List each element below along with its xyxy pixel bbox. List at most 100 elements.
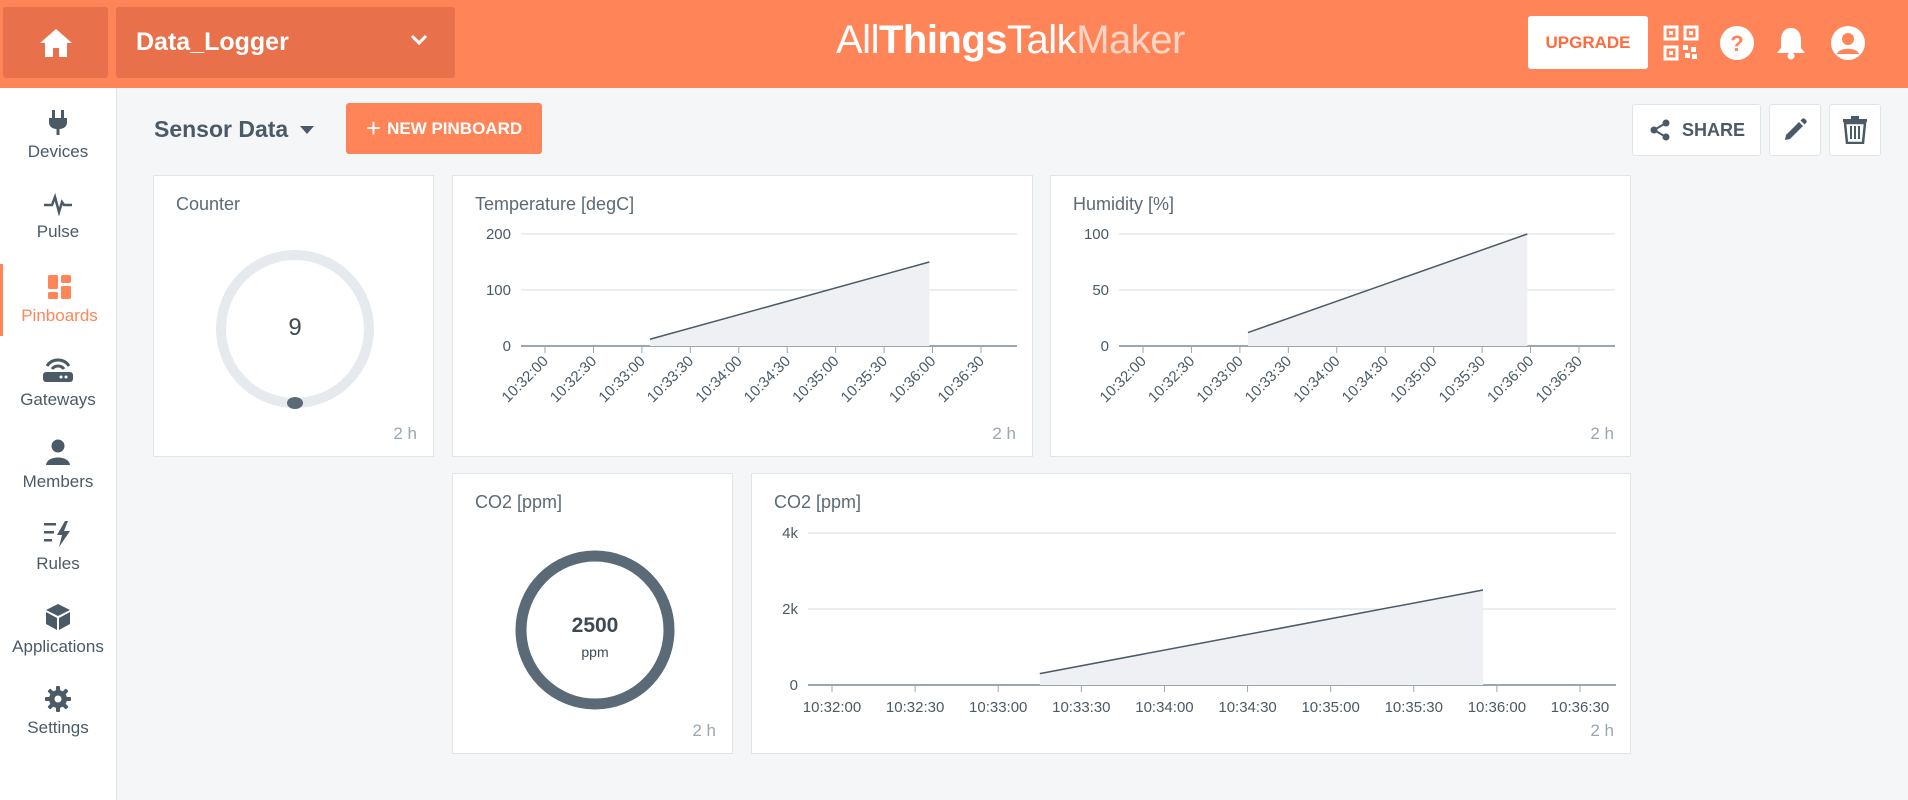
x-tick-label: 10:36:00	[1468, 699, 1526, 716]
card-time-range: 2 h	[1590, 721, 1614, 740]
cube-icon	[46, 604, 70, 630]
share-button[interactable]: SHARE	[1632, 104, 1761, 156]
sidebar-item-pulse[interactable]: Pulse	[0, 181, 116, 253]
x-tick-label: 10:36:30	[1533, 353, 1586, 406]
sidebar-item-pinboards[interactable]: Pinboards	[0, 264, 116, 336]
series-area	[1039, 590, 1484, 685]
brand-logo: AllThingsTalkMaker	[836, 18, 1185, 62]
x-tick-label: 10:32:30	[1145, 353, 1198, 406]
svg-text:?: ?	[1730, 31, 1743, 56]
account-icon[interactable]	[1829, 24, 1867, 62]
x-tick-label: 10:33:30	[644, 353, 697, 406]
qr-code-icon[interactable]	[1662, 24, 1700, 62]
plug-icon	[49, 110, 67, 135]
x-tick-label: 10:32:30	[886, 699, 944, 716]
x-tick-label: 10:36:00	[1484, 353, 1537, 406]
x-tick-label: 10:35:00	[789, 353, 842, 406]
y-tick-label: 0	[1101, 338, 1109, 355]
caret-down-icon	[300, 125, 315, 134]
counter-card[interactable]: Counter 9 2 h	[153, 175, 434, 457]
share-icon	[1650, 119, 1670, 141]
x-tick-label: 10:34:00	[1290, 353, 1343, 406]
x-tick-label: 10:35:30	[1385, 699, 1443, 716]
card-time-range: 2 h	[692, 721, 716, 740]
sidebar-item-applications[interactable]: Applications	[0, 594, 116, 666]
pinboards-icon	[47, 275, 71, 299]
x-tick-label: 10:33:00	[595, 353, 648, 406]
series-area	[649, 262, 930, 346]
x-tick-label: 10:35:00	[1387, 353, 1440, 406]
card-title: Counter	[176, 194, 241, 214]
home-icon	[39, 28, 72, 57]
x-tick-label: 10:33:00	[1193, 353, 1246, 406]
card-title: CO2 [ppm]	[475, 492, 563, 512]
pulse-icon	[44, 192, 72, 216]
sidebar-item-settings[interactable]: Settings	[0, 676, 116, 748]
sidebar-item-members[interactable]: Members	[0, 429, 116, 501]
card-time-range: 2 h	[393, 424, 417, 443]
device-name: Data_Logger	[136, 28, 289, 56]
pencil-icon	[1785, 118, 1807, 140]
x-tick-label: 10:33:00	[969, 699, 1027, 716]
x-tick-label: 10:32:30	[547, 353, 600, 406]
home-button[interactable]	[3, 7, 108, 78]
gear-icon	[45, 686, 71, 712]
trash-icon	[1843, 116, 1867, 144]
device-selector[interactable]: Data_Logger	[116, 7, 455, 78]
y-tick-label: 0	[503, 338, 511, 355]
sidebar-item-rules[interactable]: Rules	[0, 511, 116, 583]
card-time-range: 2 h	[992, 424, 1016, 443]
x-tick-label: 10:36:30	[935, 353, 988, 406]
sidebar: Devices Pulse Pinboards Gateways Members…	[0, 88, 117, 800]
new-pinboard-label: NEW PINBOARD	[387, 118, 523, 138]
sidebar-item-label: Gateways	[20, 390, 96, 409]
help-icon[interactable]: ?	[1718, 24, 1756, 62]
plus-icon: +	[365, 113, 382, 143]
y-tick-label: 100	[486, 282, 511, 299]
x-tick-label: 10:34:00	[692, 353, 745, 406]
bell-icon[interactable]	[1772, 24, 1810, 62]
chevron-down-icon	[410, 34, 428, 46]
new-pinboard-button[interactable]: + NEW PINBOARD	[346, 103, 542, 154]
x-tick-label: 10:33:30	[1052, 699, 1110, 716]
person-icon	[46, 439, 70, 465]
sidebar-item-devices[interactable]: Devices	[0, 99, 116, 171]
y-tick-label: 0	[790, 677, 798, 694]
gateway-icon	[43, 358, 73, 382]
top-bar: Data_Logger AllThingsTalkMaker UPGRADE ?	[0, 0, 1908, 88]
y-tick-label: 2k	[782, 601, 798, 618]
co2-value: 2500	[571, 614, 619, 637]
temperature-card[interactable]: Temperature [degC] 0 100 200 10:32:00 10:32:…	[452, 175, 1033, 457]
rules-icon	[44, 521, 70, 547]
counter-value: 9	[288, 314, 302, 341]
x-tick-label: 10:35:00	[1301, 699, 1359, 716]
sidebar-item-label: Devices	[27, 142, 89, 161]
y-tick-label: 200	[486, 226, 511, 243]
sidebar-item-label: Rules	[36, 554, 80, 573]
sidebar-item-label: Pulse	[36, 222, 80, 241]
x-tick-label: 10:34:30	[1218, 699, 1276, 716]
y-tick-label: 4k	[782, 525, 798, 542]
upgrade-button[interactable]: UPGRADE	[1528, 16, 1648, 69]
x-tick-label: 10:34:30	[741, 353, 794, 406]
x-tick-label: 10:33:30	[1242, 353, 1295, 406]
co2-gauge-card[interactable]: CO2 [ppm] 2500 ppm 2 h	[452, 473, 733, 754]
pinboard-selector[interactable]: Sensor Data	[154, 116, 315, 143]
sidebar-item-label: Pinboards	[21, 306, 98, 325]
delete-button[interactable]	[1829, 104, 1881, 156]
share-label: SHARE	[1681, 119, 1745, 140]
sidebar-item-label: Applications	[12, 637, 104, 656]
pinboard-name: Sensor Data	[154, 116, 289, 142]
humidity-card[interactable]: Humidity [%] 0 50 100 10:32:00 10:32:30 10:33…	[1050, 175, 1631, 457]
sidebar-item-gateways[interactable]: Gateways	[0, 346, 116, 418]
x-tick-label: 10:36:30	[1551, 699, 1609, 716]
sidebar-item-label: Settings	[27, 718, 89, 737]
co2-chart-card[interactable]: CO2 [ppm] 0 2k 4k 10:32:00 10:32:30 10:33:00 1…	[751, 473, 1631, 754]
sidebar-item-label: Members	[22, 472, 94, 491]
edit-button[interactable]	[1769, 104, 1821, 156]
temperature-chart: 010020010:32:0010:32:3010:33:0010:33:301…	[486, 226, 1017, 406]
x-tick-label: 10:36:00	[886, 353, 939, 406]
x-tick-label: 10:35:30	[1436, 353, 1489, 406]
card-time-range: 2 h	[1590, 424, 1614, 443]
x-tick-label: 10:34:30	[1339, 353, 1392, 406]
